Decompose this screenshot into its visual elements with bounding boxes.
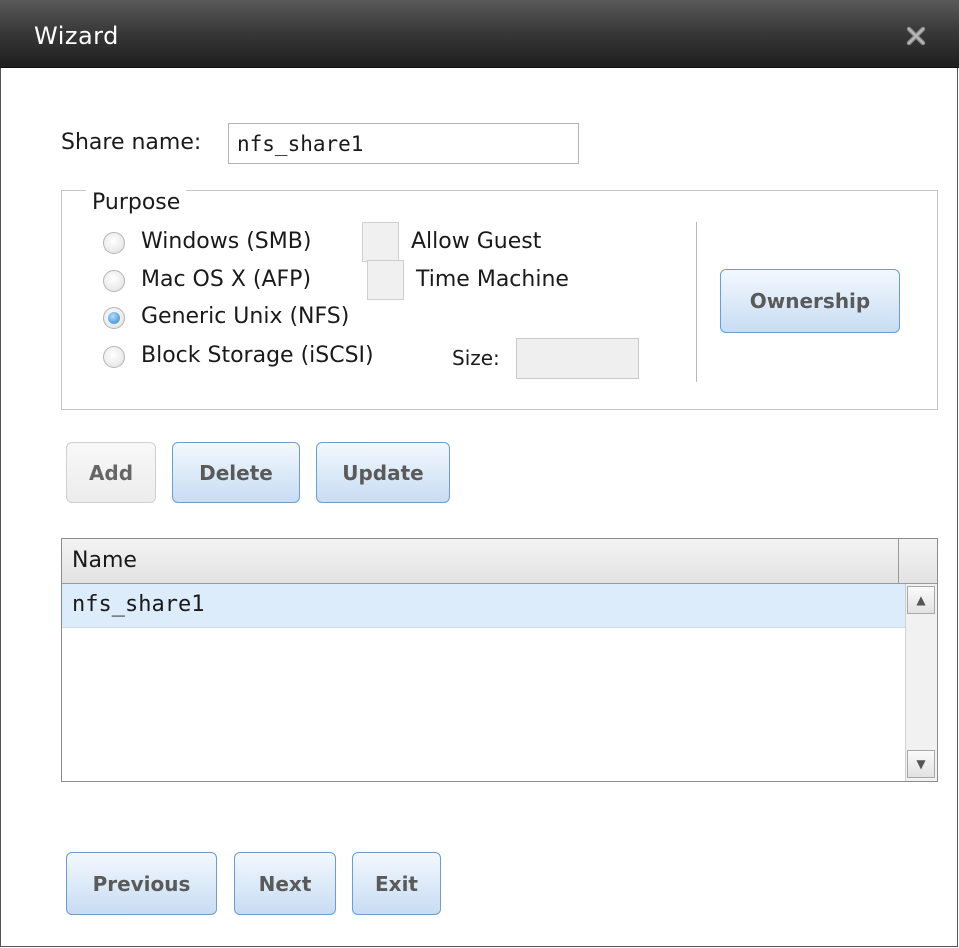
add-button[interactable]: Add: [66, 442, 156, 503]
update-button[interactable]: Update: [316, 442, 450, 503]
column-title: Name: [72, 548, 137, 573]
delete-button[interactable]: Delete: [172, 442, 300, 503]
window-title: Wizard: [34, 22, 119, 50]
radio-generic-unix-nfs[interactable]: [103, 307, 125, 329]
ownership-button[interactable]: Ownership: [720, 269, 900, 333]
block-storage-iscsi-label: Block Storage (iSCSI): [141, 343, 374, 368]
header-filler: [899, 539, 937, 584]
windows-smb-label: Windows (SMB): [141, 229, 312, 254]
time-machine-label: Time Machine: [416, 267, 569, 292]
purpose-divider: [696, 222, 697, 382]
radio-mac-afp[interactable]: [103, 270, 125, 292]
scroll-down-icon[interactable]: ▼: [907, 750, 935, 778]
generic-unix-nfs-label: Generic Unix (NFS): [141, 304, 350, 329]
mac-afp-label: Mac OS X (AFP): [141, 267, 312, 292]
size-input[interactable]: [516, 338, 639, 379]
title-bar: Wizard: [0, 0, 959, 68]
radio-block-storage-iscsi[interactable]: [103, 346, 125, 368]
size-label: Size:: [452, 346, 500, 370]
table-row[interactable]: nfs_share1: [62, 584, 905, 628]
share-name-label: Share name:: [61, 130, 202, 155]
column-header-name[interactable]: Name: [62, 539, 899, 584]
time-machine-checkbox[interactable]: [367, 260, 404, 300]
close-icon[interactable]: [904, 24, 928, 48]
allow-guest-checkbox[interactable]: [362, 222, 399, 262]
shares-grid: Name nfs_share1 ▲ ▼: [61, 538, 938, 782]
exit-button[interactable]: Exit: [352, 852, 441, 915]
next-button[interactable]: Next: [234, 852, 336, 915]
scroll-up-icon[interactable]: ▲: [907, 586, 935, 614]
purpose-legend: Purpose: [86, 190, 187, 215]
allow-guest-label: Allow Guest: [411, 229, 542, 254]
previous-button[interactable]: Previous: [66, 852, 217, 915]
radio-windows-smb[interactable]: [103, 232, 125, 254]
share-name-input[interactable]: [228, 123, 579, 164]
grid-scrollbar[interactable]: ▲ ▼: [905, 584, 937, 781]
row-name-cell: nfs_share1: [72, 592, 205, 617]
